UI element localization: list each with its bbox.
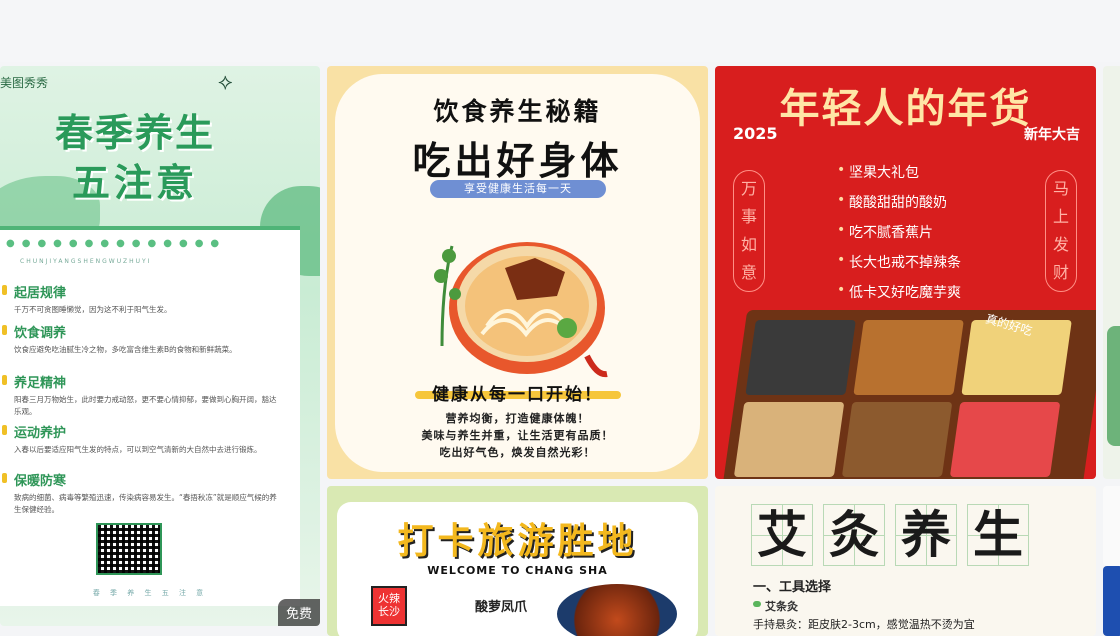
pinyin-label: CHUNJIYANGSHENGWUZHUYI: [20, 258, 152, 265]
title-characters: 艾 灸 养 生: [751, 504, 1029, 566]
dish-label: 酸萝凤爪: [475, 600, 528, 615]
card-title: 春季养生: [54, 110, 215, 155]
section: 保暖防寒 致病的细菌、病毒等繁殖迅速，传染病容易发生。“春捂秋冻”就是顺应气候的…: [0, 470, 300, 516]
free-badge: 免费: [277, 599, 320, 626]
content-panel: ●●●●●●●●●●●●●● CHUNJIYANGSHENGWUZHUYI 起居…: [0, 226, 300, 606]
section-heading: 一、工具选择: [753, 580, 832, 595]
template-card-moxibustion[interactable]: 艾 灸 养 生 一、工具选择 艾条灸 手持悬灸：距皮肤2-3cm，感觉温热不烫为…: [715, 486, 1096, 636]
list-item: 酸酸甜甜的酸奶: [837, 192, 961, 212]
noodle-bowl-icon: [434, 242, 608, 378]
card-subtitle: 五注意: [71, 160, 198, 205]
snack-tray-image: [722, 310, 1096, 479]
goods-list: 坚果大礼包 酸酸甜甜的酸奶 吃不腻香蕉片 长大也戒不掉辣条 低卡又好吃魔芋爽: [837, 162, 961, 312]
blessing-char: 财: [1052, 263, 1069, 282]
section-heading: 保暖防寒: [0, 470, 300, 489]
section: 养足精神 阳春三月万物始生，此时要力戒动怒，更不要心情抑郁，要做到心胸开阔，豁达…: [0, 372, 300, 418]
template-card-new-year-goods[interactable]: 年轻人的年货 2025 新年大吉 万 事 如 意 马 上 发 财 坚果大礼包 酸…: [715, 66, 1096, 479]
year-label: 2025: [733, 124, 778, 143]
blessing-char: 事: [740, 207, 757, 226]
tagline-pill: 享受健康生活每一天: [430, 180, 606, 198]
brand-label: 美图秀秀: [0, 76, 49, 90]
blessing-char: 发: [1052, 235, 1069, 254]
section-heading: 运动养护: [0, 422, 300, 441]
blessing-char: 万: [740, 179, 757, 198]
top-bar: [0, 0, 1120, 62]
template-card-partial[interactable]: [1103, 486, 1120, 566]
wish-label: 新年大吉: [1024, 127, 1080, 143]
list-item: 吃不腻香蕉片: [837, 222, 961, 242]
dots-decoration: ●●●●●●●●●●●●●●: [6, 238, 227, 249]
card-subtitle: WELCOME TO CHANG SHA: [427, 564, 608, 577]
card-subtitle: 吃出好身体: [412, 139, 623, 183]
tool-item: 艾条灸: [753, 598, 798, 614]
template-card-partial[interactable]: [1103, 566, 1120, 636]
section-heading: 起居规律: [0, 282, 300, 301]
section-heading: 饮食调养: [0, 322, 300, 341]
slogan: 健康从每一口开始！: [432, 385, 603, 405]
list-item: 坚果大礼包: [837, 162, 961, 182]
swallow-icon: ⟡: [218, 70, 233, 95]
section-heading: 养足精神: [0, 372, 300, 391]
section-body: 阳春三月万物始生，此时要力戒动怒，更不要心情抑郁，要做到心胸开阔，豁达乐观。: [14, 395, 277, 416]
blessing-char: 上: [1052, 207, 1069, 226]
benefit-line: 美味与养生并重，让生活更有品质！: [421, 429, 614, 442]
plant-decoration: [1107, 326, 1120, 446]
blessing-left: 万 事 如 意: [733, 170, 765, 292]
section-body: 饮食应避免吃油腻生冷之物，多吃富含维生素B的食物和新鲜蔬菜。: [14, 345, 237, 354]
card-title: 饮食养生秘籍: [433, 97, 602, 126]
title-char: 生: [967, 504, 1029, 566]
list-item: 长大也戒不掉辣条: [837, 252, 961, 272]
section: 运动养护 入春以后要适应阳气生发的特点，可以到空气清新的大自然中去进行锻炼。: [0, 422, 300, 456]
dish-image: [557, 584, 677, 636]
blessing-right: 马 上 发 财: [1045, 170, 1077, 292]
qr-code-icon: [96, 523, 162, 575]
template-card-diet[interactable]: 饮食养生秘籍 吃出好身体 享受健康生活每一天 健康从每一口开始！ 营养均衡，打造…: [327, 66, 708, 479]
blessing-char: 如: [740, 235, 757, 254]
section-body: 致病的细菌、病毒等繁殖迅速，传染病容易发生。“春捂秋冻”就是顺应气候的养生保健经…: [14, 493, 277, 514]
benefit-line: 吃出好气色，焕发自然光彩！: [439, 446, 596, 459]
blessing-char: 意: [740, 263, 757, 282]
section: 起居规律 千万不可贪图睡懒觉，因为这不利于阳气生发。: [0, 282, 300, 316]
list-item: 低卡又好吃魔芋爽: [837, 282, 961, 302]
template-card-spring-health[interactable]: 美图秀秀 ⟡ 春季养生 五注意 ●●●●●●●●●●●●●● CHUNJIYAN…: [0, 66, 320, 626]
section-body: 千万不可贪图睡懒觉，因为这不利于阳气生发。: [14, 305, 172, 314]
card-title: 打卡旅游胜地: [397, 521, 638, 562]
blessing-char: 马: [1052, 179, 1069, 198]
benefit-line: 营养均衡，打造健康体魄！: [445, 412, 590, 425]
section: 饮食调养 饮食应避免吃油腻生冷之物，多吃富含维生素B的食物和新鲜蔬菜。: [0, 322, 300, 356]
template-card-travel[interactable]: 打卡旅游胜地 WELCOME TO CHANG SHA 火辣长沙 酸萝凤爪: [327, 486, 708, 636]
title-char: 灸: [823, 504, 885, 566]
title-char: 艾: [751, 504, 813, 566]
city-stamp: 火辣长沙: [371, 586, 407, 626]
section-body: 入春以后要适应阳气生发的特点，可以到空气清新的大自然中去进行锻炼。: [14, 445, 262, 454]
card-footer: 春 季 养 生 五 注 意: [92, 589, 208, 597]
template-card-partial[interactable]: [1103, 66, 1120, 479]
title-char: 养: [895, 504, 957, 566]
